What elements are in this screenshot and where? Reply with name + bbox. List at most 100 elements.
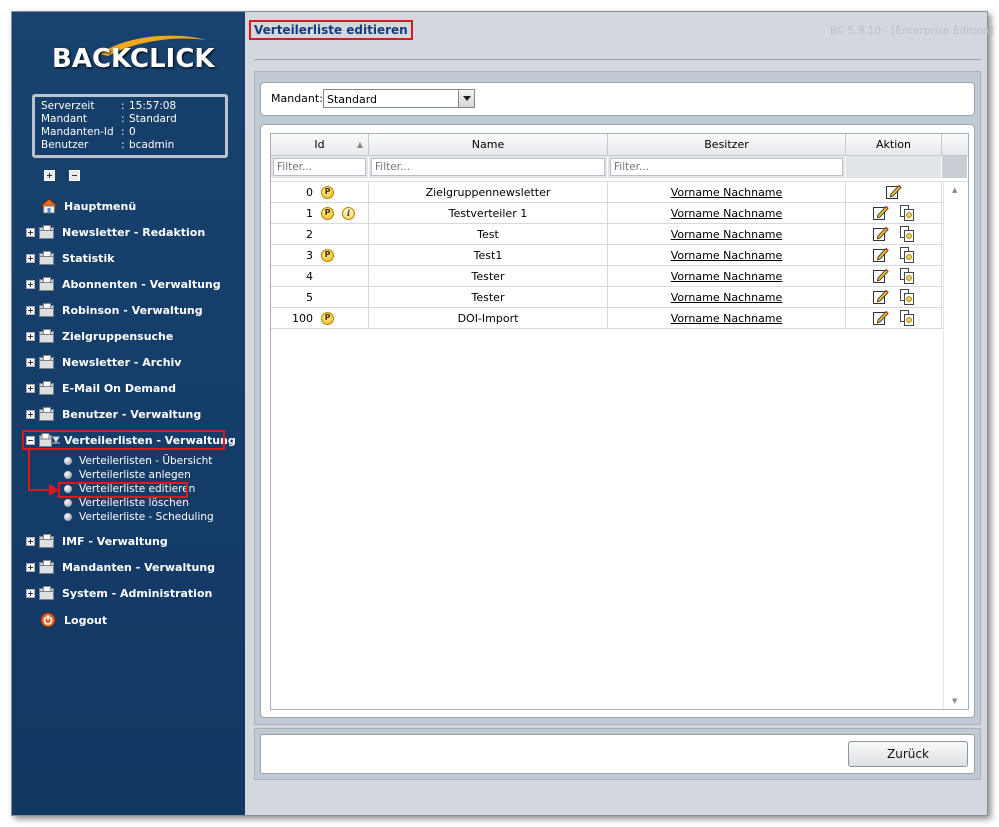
edit-pencil-icon[interactable] xyxy=(872,225,890,243)
nav-item-robinson-verwaltung[interactable]: Robinson - Verwaltung xyxy=(26,301,203,319)
nav-logout[interactable]: Logout xyxy=(40,611,107,629)
row-id: 5 xyxy=(306,290,313,304)
expand-toggle-icon[interactable] xyxy=(26,331,35,341)
footer-panel: Zurück xyxy=(254,728,981,780)
edit-pencil-icon[interactable] xyxy=(885,183,903,201)
table-row[interactable]: 2 Test Vorname Nachname xyxy=(271,224,943,245)
bullet-icon xyxy=(64,471,72,479)
scroll-down-icon[interactable]: ▼ xyxy=(952,697,957,705)
cell-name: Zielgruppennewsletter xyxy=(369,182,608,202)
copy-icon[interactable] xyxy=(898,309,916,327)
column-header-name[interactable]: Name xyxy=(369,134,608,156)
expand-all-button[interactable] xyxy=(44,170,55,181)
nav-item-e-mail-on-demand[interactable]: E-Mail On Demand xyxy=(26,379,176,397)
filter-input-id[interactable] xyxy=(273,158,366,176)
table-row[interactable]: 5 Tester Vorname Nachname xyxy=(271,287,943,308)
collapse-all-button[interactable] xyxy=(69,170,80,181)
row-name: DOI-Import xyxy=(457,311,519,325)
cell-owner: Vorname Nachname xyxy=(608,224,846,244)
edit-pencil-icon[interactable] xyxy=(872,309,890,327)
sidebar: BACKCLICK Serverzeit:15:57:08 Mandant: Sta… xyxy=(12,12,245,815)
back-button[interactable]: Zurück xyxy=(848,741,968,767)
bullet-icon xyxy=(64,499,72,507)
owner-link[interactable]: Vorname Nachname xyxy=(671,270,783,283)
filter-input-besitzer[interactable] xyxy=(610,158,843,176)
app-window: BACKCLICK Serverzeit:15:57:08 Mandant: Sta… xyxy=(11,11,993,816)
owner-link[interactable]: Vorname Nachname xyxy=(671,228,783,241)
owner-link[interactable]: Vorname Nachname xyxy=(671,312,783,325)
sub-nav-item-label: Verteilerliste löschen xyxy=(79,497,189,509)
owner-link[interactable]: Vorname Nachname xyxy=(671,207,783,220)
mandant-select[interactable]: Standard xyxy=(323,89,475,108)
expand-toggle-icon[interactable] xyxy=(26,536,35,546)
owner-link[interactable]: Vorname Nachname xyxy=(671,249,783,262)
annotation-arrow-head-icon xyxy=(49,484,59,496)
sub-nav-item[interactable]: Verteilerliste löschen xyxy=(64,496,189,510)
page-title: Verteilerliste editieren xyxy=(249,20,413,40)
nav-item-newsletter-archiv[interactable]: Newsletter - Archiv xyxy=(26,353,181,371)
nav-item-system-administration[interactable]: System - Administration xyxy=(26,584,212,602)
expand-toggle-icon[interactable] xyxy=(26,562,35,572)
column-header-aktion[interactable]: Aktion xyxy=(846,134,942,156)
sub-nav-item[interactable]: Verteilerlisten - Übersicht xyxy=(64,454,212,468)
table-row[interactable]: 1 Pi Testverteiler 1 Vorname Nachname xyxy=(271,203,943,224)
cell-id: 1Pi xyxy=(271,203,369,223)
table-row[interactable]: 3 P Test1 Vorname Nachname xyxy=(271,245,943,266)
nav-item-newsletter-redaktion[interactable]: Newsletter - Redaktion xyxy=(26,223,205,241)
nav-item-mandanten-verwaltung[interactable]: Mandanten - Verwaltung xyxy=(26,558,215,576)
column-header-besitzer[interactable]: Besitzer xyxy=(608,134,846,156)
sub-nav-item-label: Verteilerlisten - Übersicht xyxy=(79,455,213,467)
edit-pencil-icon[interactable] xyxy=(872,288,890,306)
folder-icon xyxy=(39,303,55,317)
column-header-id[interactable]: Id ▲ xyxy=(271,134,369,156)
edit-pencil-icon[interactable] xyxy=(872,267,890,285)
cell-actions xyxy=(846,182,942,202)
nav-item-zielgruppensuche[interactable]: Zielgruppensuche xyxy=(26,327,173,345)
nav-item-abonnenten-verwaltung[interactable]: Abonnenten - Verwaltung xyxy=(26,275,221,293)
expand-toggle-icon[interactable] xyxy=(26,279,35,289)
nav-item-statistik[interactable]: Statistik xyxy=(26,249,115,267)
cell-owner: Vorname Nachname xyxy=(608,203,846,223)
row-name: Tester xyxy=(471,269,505,283)
expand-toggle-icon[interactable] xyxy=(26,383,35,393)
nav-item-imf-verwaltung[interactable]: IMF - Verwaltung xyxy=(26,532,168,550)
expand-toggle-icon[interactable] xyxy=(26,588,35,598)
nav-hauptmenu[interactable]: Hauptmenü xyxy=(40,197,136,215)
nav-item-label: E-Mail On Demand xyxy=(62,381,177,395)
copy-icon[interactable] xyxy=(898,288,916,306)
expand-toggle-icon[interactable] xyxy=(26,305,35,315)
copy-icon[interactable] xyxy=(898,225,916,243)
expand-toggle-icon[interactable] xyxy=(26,357,35,367)
server-info-value: Standard xyxy=(129,113,177,125)
nav-item-benutzer-verwaltung[interactable]: Benutzer - Verwaltung xyxy=(26,405,201,423)
owner-link[interactable]: Vorname Nachname xyxy=(671,291,783,304)
scroll-up-icon[interactable]: ▲ xyxy=(952,186,957,194)
expand-toggle-icon[interactable] xyxy=(26,409,35,419)
edit-pencil-icon[interactable] xyxy=(872,204,890,222)
folder-icon xyxy=(39,225,55,239)
server-info-row: Mandanten-Id:0 xyxy=(41,126,225,139)
filter-input-name[interactable] xyxy=(371,158,605,176)
cell-id: 2 xyxy=(271,224,369,244)
sub-nav-item-label: Verteilerliste anlegen xyxy=(79,469,191,481)
sub-nav-item[interactable]: Verteilerliste - Scheduling xyxy=(64,510,214,524)
folder-icon xyxy=(39,560,55,574)
edit-pencil-icon[interactable] xyxy=(872,246,890,264)
expand-toggle-icon[interactable] xyxy=(26,227,35,237)
chevron-down-icon[interactable] xyxy=(458,90,474,107)
server-info-separator: : xyxy=(121,113,125,125)
table-row[interactable]: 100 P DOI-Import Vorname Nachname xyxy=(271,308,943,329)
sub-nav-item-label: Verteilerliste - Scheduling xyxy=(79,511,214,523)
cell-owner: Vorname Nachname xyxy=(608,266,846,286)
copy-icon[interactable] xyxy=(898,267,916,285)
nav-item-label: System - Administration xyxy=(62,586,213,600)
expand-toggle-icon[interactable] xyxy=(26,253,35,263)
table-row[interactable]: 0 P Zielgruppennewsletter Vorname Nachname xyxy=(271,182,943,203)
copy-icon[interactable] xyxy=(898,246,916,264)
server-info-label: Benutzer xyxy=(41,139,89,151)
owner-link[interactable]: Vorname Nachname xyxy=(671,186,783,199)
copy-icon[interactable] xyxy=(898,204,916,222)
table-row[interactable]: 4 Tester Vorname Nachname xyxy=(271,266,943,287)
sub-nav-item[interactable]: Verteilerliste anlegen xyxy=(64,468,191,482)
vertical-scrollbar[interactable]: ▲ ▼ xyxy=(943,182,968,709)
